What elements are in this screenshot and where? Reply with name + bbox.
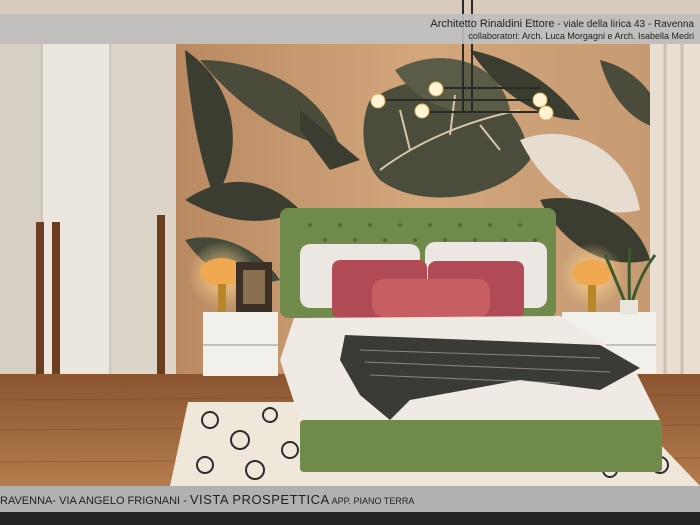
accent-pillow [372,279,490,317]
left-nightstand [203,312,278,376]
render-scene: Architetto Rinaldini Ettore - viale dell… [0,0,700,525]
left-lamp-stem [218,284,226,312]
curtain [650,44,700,394]
footer-banner: RAVENNA- VIA ANGELO FRIGNANI - VISTA PRO… [0,486,700,512]
architect-name: Architetto Rinaldini Ettore [430,18,555,30]
wardrobe-handle [52,222,60,392]
caption-view-label: VISTA PROSPETTICA [189,492,330,507]
bedroom-render [0,0,700,486]
caption-unit-label: APP. PIANO TERRA [329,496,415,506]
caption-location: RAVENNA- VIA ANGELO FRIGNANI - [0,495,190,507]
bed-base [300,420,662,472]
caption: RAVENNA- VIA ANGELO FRIGNANI - VISTA PRO… [0,492,414,507]
wardrobe-handle [36,222,44,392]
right-lamp-shade [572,260,612,286]
right-lamp-stem [588,285,596,312]
collaborators-credit: collaboratori: Arch. Luca Morgagni e Arc… [468,31,694,41]
wardrobe-handle [157,215,165,385]
architect-credit: Architetto Rinaldini Ettore - viale dell… [430,18,694,30]
header-banner: Architetto Rinaldini Ettore - viale dell… [0,14,700,44]
architect-address: - viale della lirica 43 - Ravenna [554,19,694,30]
